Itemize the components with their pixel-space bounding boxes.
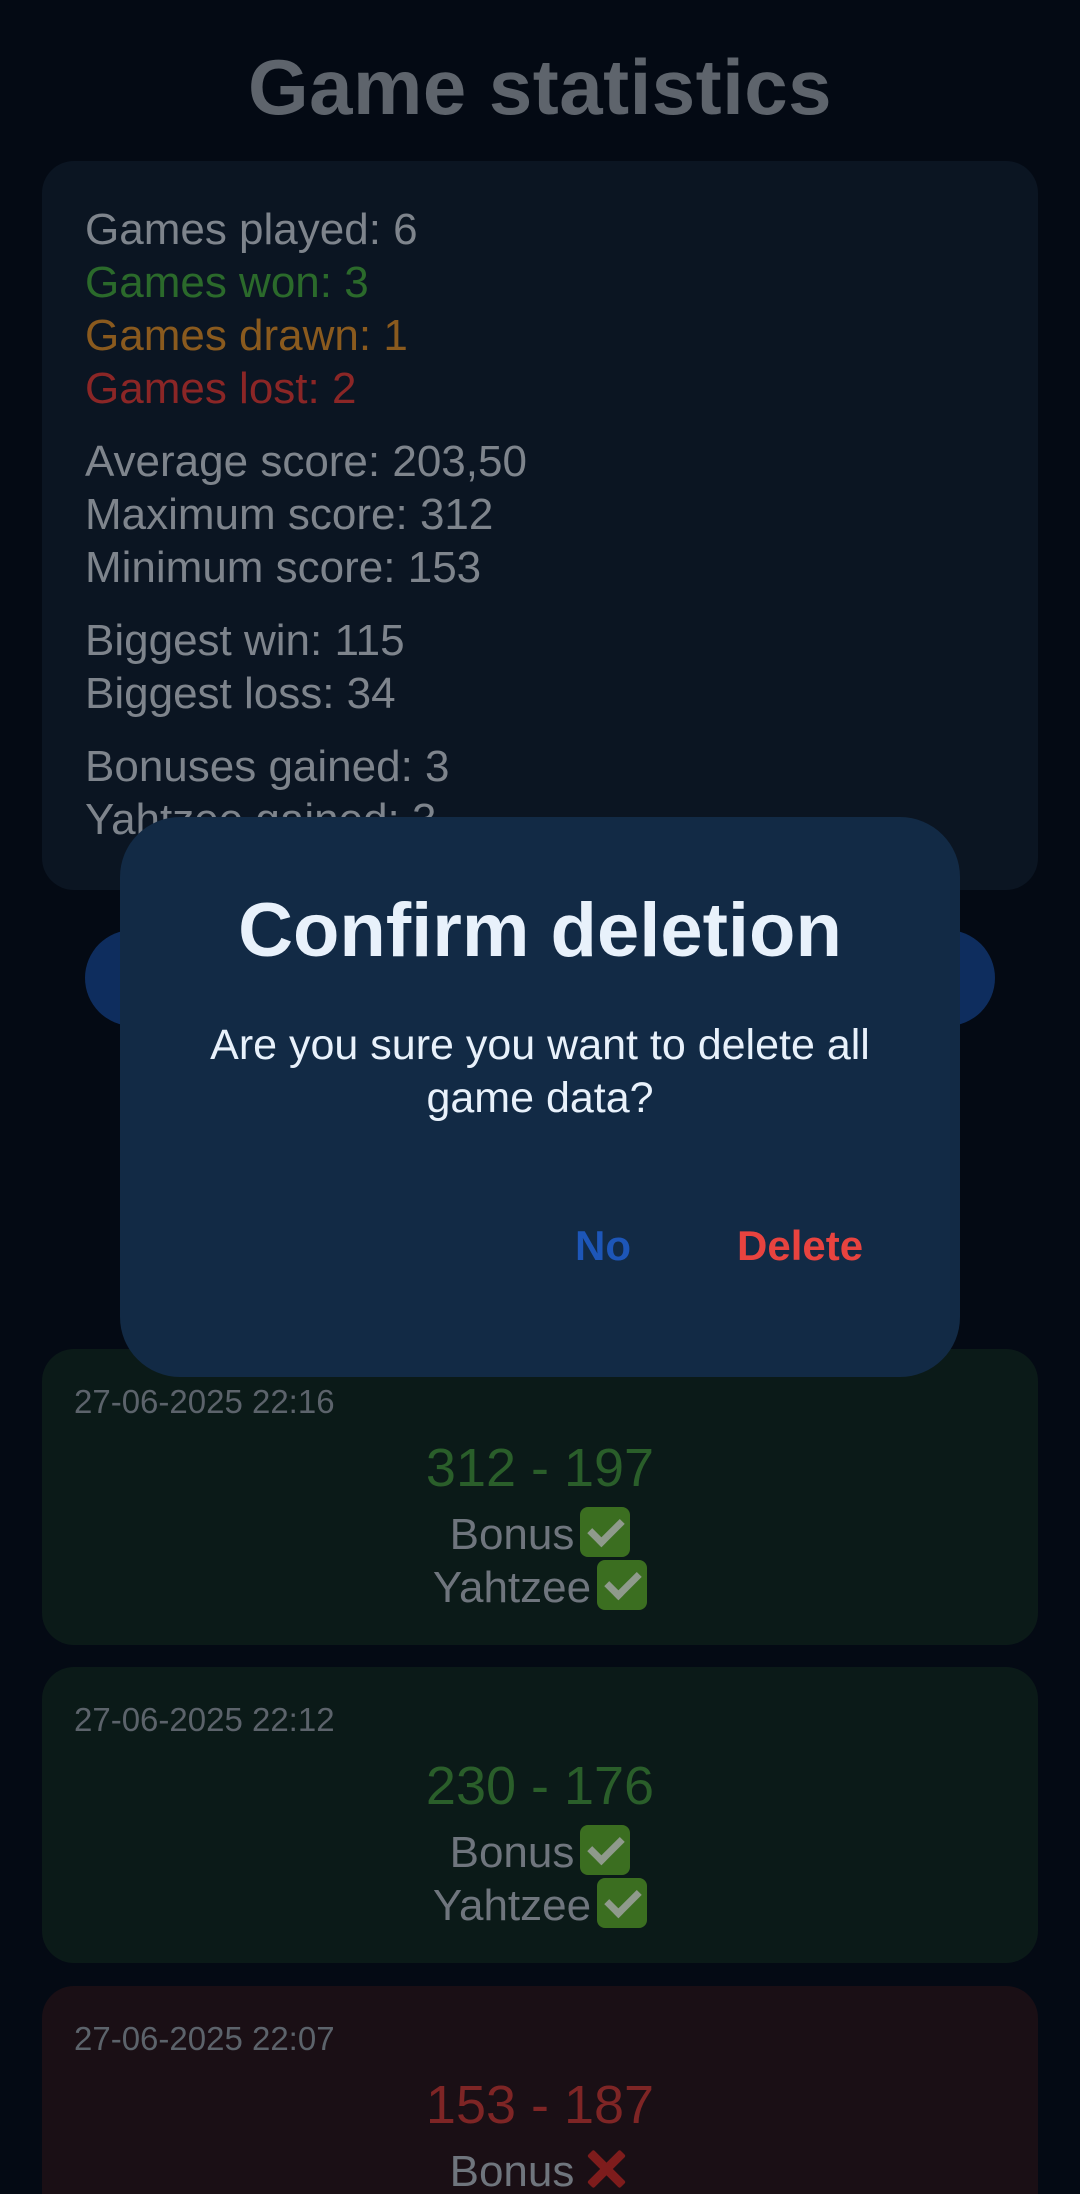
game-timestamp: 27-06-2025 22:12	[74, 1701, 335, 1738]
bonus-label: Bonus	[449, 1828, 575, 1877]
yahtzee-status: Yahtzee	[42, 1560, 1038, 1613]
game-score: 230 - 176	[425, 1756, 655, 1816]
game-card[interactable]: 27-06-2025 22:07 153 - 187 Bonus	[42, 1986, 1038, 2194]
delete-button[interactable]: Delete	[737, 1222, 863, 1270]
games-lost: Games lost: 2	[85, 364, 357, 413]
yahtzee-status: Yahtzee	[42, 1878, 1038, 1931]
average-score: Average score: 203,50	[85, 437, 527, 486]
game-timestamp: 27-06-2025 22:16	[74, 1383, 335, 1420]
results-group: Games played: 6 Games won: 3 Games drawn…	[85, 203, 1038, 415]
games-played: Games played: 6	[85, 205, 418, 254]
dialog-message: Are you sure you want to delete all game…	[210, 1021, 870, 1122]
margin-group: Biggest win: 115 Biggest loss: 34	[85, 614, 1038, 720]
cross-mark-icon	[580, 2144, 630, 2194]
bonus-label: Bonus	[449, 2147, 575, 2194]
maximum-score: Maximum score: 312	[85, 490, 494, 539]
game-score: 312 - 197	[425, 1438, 655, 1498]
bonus-status: Bonus	[42, 1825, 1038, 1878]
game-timestamp: 27-06-2025 22:07	[74, 2020, 335, 2057]
bonuses-gained: Bonuses gained: 3	[85, 742, 450, 791]
check-mark-icon	[580, 1507, 631, 1557]
score-group: Average score: 203,50 Maximum score: 312…	[85, 435, 1038, 594]
page-title: Game statistics	[247, 43, 833, 131]
biggest-win: Biggest win: 115	[85, 616, 405, 665]
yahtzee-label: Yahtzee	[432, 1881, 592, 1930]
check-mark-icon	[597, 1878, 648, 1928]
confirm-dialog: Confirm deletion Are you sure you want t…	[120, 817, 960, 1377]
games-won: Games won: 3	[85, 258, 369, 307]
bonus-status: Bonus	[42, 2144, 1038, 2194]
stats-card: Games played: 6 Games won: 3 Games drawn…	[42, 161, 1038, 890]
biggest-loss: Biggest loss: 34	[85, 669, 396, 718]
minimum-score: Minimum score: 153	[85, 543, 482, 592]
yahtzee-label: Yahtzee	[432, 1563, 592, 1612]
check-mark-icon	[597, 1560, 648, 1610]
bonus-status: Bonus	[42, 1507, 1038, 1560]
check-mark-icon	[580, 1825, 631, 1875]
bonus-label: Bonus	[449, 1510, 575, 1559]
no-button[interactable]: No	[575, 1222, 631, 1270]
game-score: 153 - 187	[425, 2075, 655, 2135]
dialog-title: Confirm deletion	[238, 888, 842, 973]
statistics-screen: Game statistics Games played: 6 Games wo…	[0, 0, 1080, 2194]
game-card[interactable]: 27-06-2025 22:16 312 - 197 Bonus Yahtzee	[42, 1349, 1038, 1645]
game-card[interactable]: 27-06-2025 22:12 230 - 176 Bonus Yahtzee	[42, 1667, 1038, 1963]
games-drawn: Games drawn: 1	[85, 311, 408, 360]
